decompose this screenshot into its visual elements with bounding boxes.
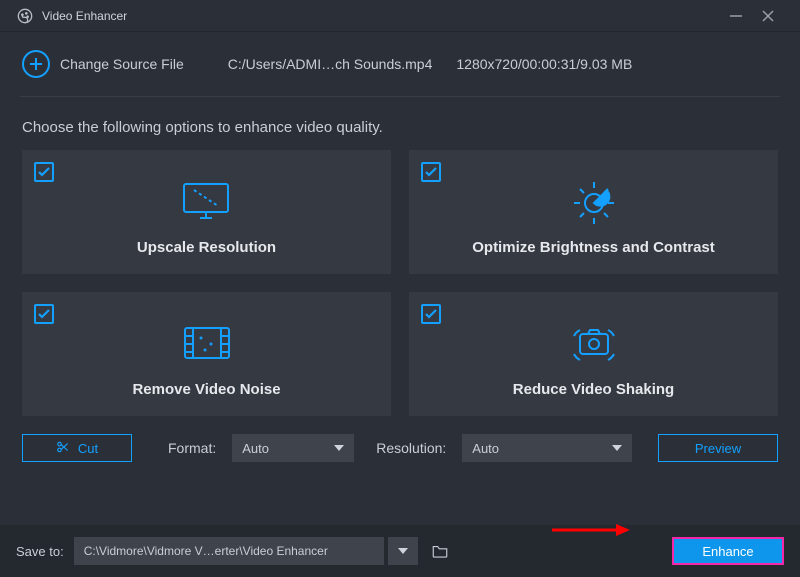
preview-button[interactable]: Preview	[658, 434, 778, 462]
resolution-label: Resolution:	[376, 440, 446, 456]
save-path-value: C:\Vidmore\Vidmore V…erter\Video Enhance…	[84, 544, 328, 558]
source-file-stats: 1280x720/00:00:31/9.03 MB	[456, 56, 632, 72]
instruction-text: Choose the following options to enhance …	[0, 97, 800, 150]
change-source-button[interactable]: Change Source File	[60, 56, 184, 72]
resolution-value: Auto	[472, 441, 499, 456]
chevron-down-icon	[334, 445, 344, 451]
cut-label: Cut	[78, 441, 98, 456]
option-label: Optimize Brightness and Contrast	[472, 239, 715, 256]
plus-icon[interactable]	[22, 50, 50, 78]
cut-button[interactable]: Cut	[22, 434, 132, 462]
arrow-hint-icon	[550, 523, 630, 537]
open-folder-button[interactable]	[426, 537, 454, 565]
option-brightness-contrast[interactable]: Optimize Brightness and Contrast	[409, 150, 778, 274]
enhance-button[interactable]: Enhance	[672, 537, 784, 565]
camera-shake-icon	[566, 321, 622, 365]
preview-label: Preview	[695, 441, 741, 456]
checkbox-checked-icon[interactable]	[34, 304, 54, 324]
save-to-label: Save to:	[16, 544, 64, 559]
chevron-down-icon	[612, 445, 622, 451]
checkbox-checked-icon[interactable]	[421, 162, 441, 182]
source-bar: Change Source File C:/Users/ADMI…ch Soun…	[0, 32, 800, 96]
save-path-dropdown[interactable]	[388, 537, 418, 565]
option-label: Reduce Video Shaking	[513, 381, 674, 398]
checkbox-checked-icon[interactable]	[421, 304, 441, 324]
film-strip-icon	[181, 321, 233, 365]
window-title: Video Enhancer	[42, 9, 720, 23]
scissors-icon	[56, 440, 70, 457]
palette-icon	[16, 7, 34, 25]
source-file-path: C:/Users/ADMI…ch Sounds.mp4	[228, 56, 433, 72]
sun-icon	[570, 179, 618, 223]
format-label: Format:	[168, 440, 216, 456]
minimize-button[interactable]	[720, 4, 752, 28]
option-upscale-resolution[interactable]: Upscale Resolution	[22, 150, 391, 274]
format-value: Auto	[242, 441, 269, 456]
option-label: Remove Video Noise	[132, 381, 280, 398]
resolution-select[interactable]: Auto	[462, 434, 632, 462]
chevron-down-icon	[398, 548, 408, 554]
checkbox-checked-icon[interactable]	[34, 162, 54, 182]
save-path-field[interactable]: C:\Vidmore\Vidmore V…erter\Video Enhance…	[74, 537, 384, 565]
enhance-options-grid: Upscale Resolution Optimize Brightness a…	[0, 150, 800, 416]
option-label: Upscale Resolution	[137, 239, 276, 256]
format-select[interactable]: Auto	[232, 434, 354, 462]
enhance-label: Enhance	[702, 544, 753, 559]
monitor-icon	[180, 179, 232, 223]
toolbar: Cut Format: Auto Resolution: Auto Previe…	[0, 416, 800, 472]
close-button[interactable]	[752, 4, 784, 28]
bottom-bar: Save to: C:\Vidmore\Vidmore V…erter\Vide…	[0, 525, 800, 577]
option-remove-noise[interactable]: Remove Video Noise	[22, 292, 391, 416]
option-reduce-shaking[interactable]: Reduce Video Shaking	[409, 292, 778, 416]
titlebar: Video Enhancer	[0, 0, 800, 32]
